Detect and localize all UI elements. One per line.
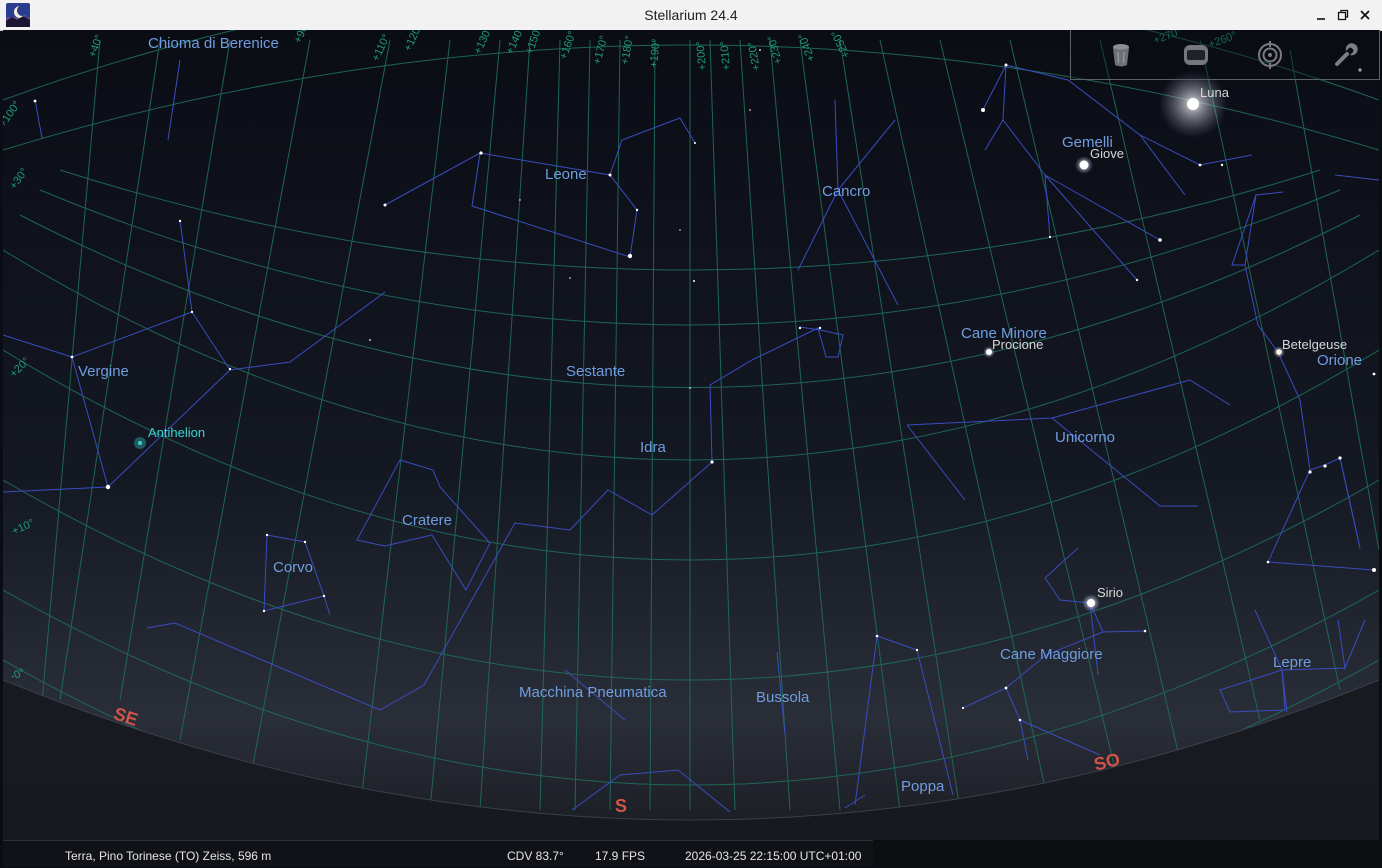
close-icon: [1360, 10, 1370, 20]
constellation-label-17: Poppa: [901, 778, 945, 795]
constellation-label-16: Bussola: [756, 689, 810, 706]
object-label-4: Betelgeuse: [1282, 337, 1347, 352]
fps-text: 17.9 FPS: [595, 849, 646, 863]
status-bar: Terra, Pino Torinese (TO) Zeiss, 596 m C…: [3, 840, 874, 867]
moon[interactable]: [1187, 98, 1199, 110]
constellation-label-9: Unicorno: [1055, 429, 1115, 446]
constellation-label-14: Lepre: [1273, 654, 1311, 671]
cardinal-s: S: [615, 796, 627, 816]
grid-label-11: +190°: [648, 38, 662, 68]
constellation-label-11: Cratere: [402, 512, 452, 529]
object-label-5: Sirio: [1097, 585, 1123, 600]
constellation-label-1: Chioma di Berenice: [148, 35, 279, 52]
top-right-toolbar: [1070, 30, 1380, 80]
grid-label-13: +210°: [718, 41, 732, 71]
object-label-1: Luna: [1200, 85, 1230, 100]
object-label-6: Antihelion: [148, 425, 205, 440]
constellation-label-5: Vergine: [78, 363, 129, 380]
datetime-text[interactable]: 2026-03-25 22:15:00 UTC+01:00: [685, 849, 861, 863]
window-title: Stellarium 24.4: [644, 7, 738, 23]
constellation-label-8: Orione: [1317, 352, 1362, 369]
full-screen-button[interactable]: [1178, 38, 1214, 72]
antihelion-marker[interactable]: [138, 441, 142, 445]
delete-icon: [1113, 44, 1129, 67]
constellation-label-13: Cane Maggiore: [1000, 646, 1103, 663]
constellation-label-12: Corvo: [273, 559, 313, 576]
close-button[interactable]: [1354, 4, 1376, 26]
grid-label-12: +200°: [694, 41, 708, 71]
sirius[interactable]: [1087, 599, 1095, 607]
configuration-button[interactable]: [1328, 38, 1364, 72]
minimize-button[interactable]: [1310, 4, 1332, 26]
title-bar: Stellarium 24.4: [0, 0, 1382, 31]
constellation-label-2: Leone: [545, 166, 587, 183]
constellation-label-3: Cancro: [822, 183, 870, 200]
object-label-3: Procione: [992, 337, 1043, 352]
betelgeuse[interactable]: [1276, 349, 1282, 355]
location-text[interactable]: Terra, Pino Torinese (TO) Zeiss, 596 m: [65, 849, 271, 863]
telescope-target-icon: [1258, 41, 1282, 69]
fov-text: CDV 83.7°: [507, 849, 564, 863]
minimize-icon: [1317, 18, 1325, 20]
full-screen-icon: [1184, 45, 1208, 65]
delete-button[interactable]: [1103, 38, 1139, 72]
maximize-button[interactable]: [1332, 4, 1354, 26]
constellation-label-15: Macchina Pneumatica: [519, 684, 667, 701]
telescope-target-button[interactable]: [1252, 38, 1288, 72]
jupiter[interactable]: [1079, 160, 1089, 170]
object-label-2: Giove: [1090, 146, 1124, 161]
restore-icon: [1337, 9, 1349, 21]
sky-view[interactable]: +40° +90° +110° +120° +130° +140° +150° +160° +1…: [3, 30, 1379, 840]
bottom-strip: [873, 840, 1382, 868]
constellation-label-6: Sestante: [566, 363, 625, 380]
constellation-label-10: Idra: [640, 439, 667, 456]
wrench-icon: [1335, 43, 1358, 66]
